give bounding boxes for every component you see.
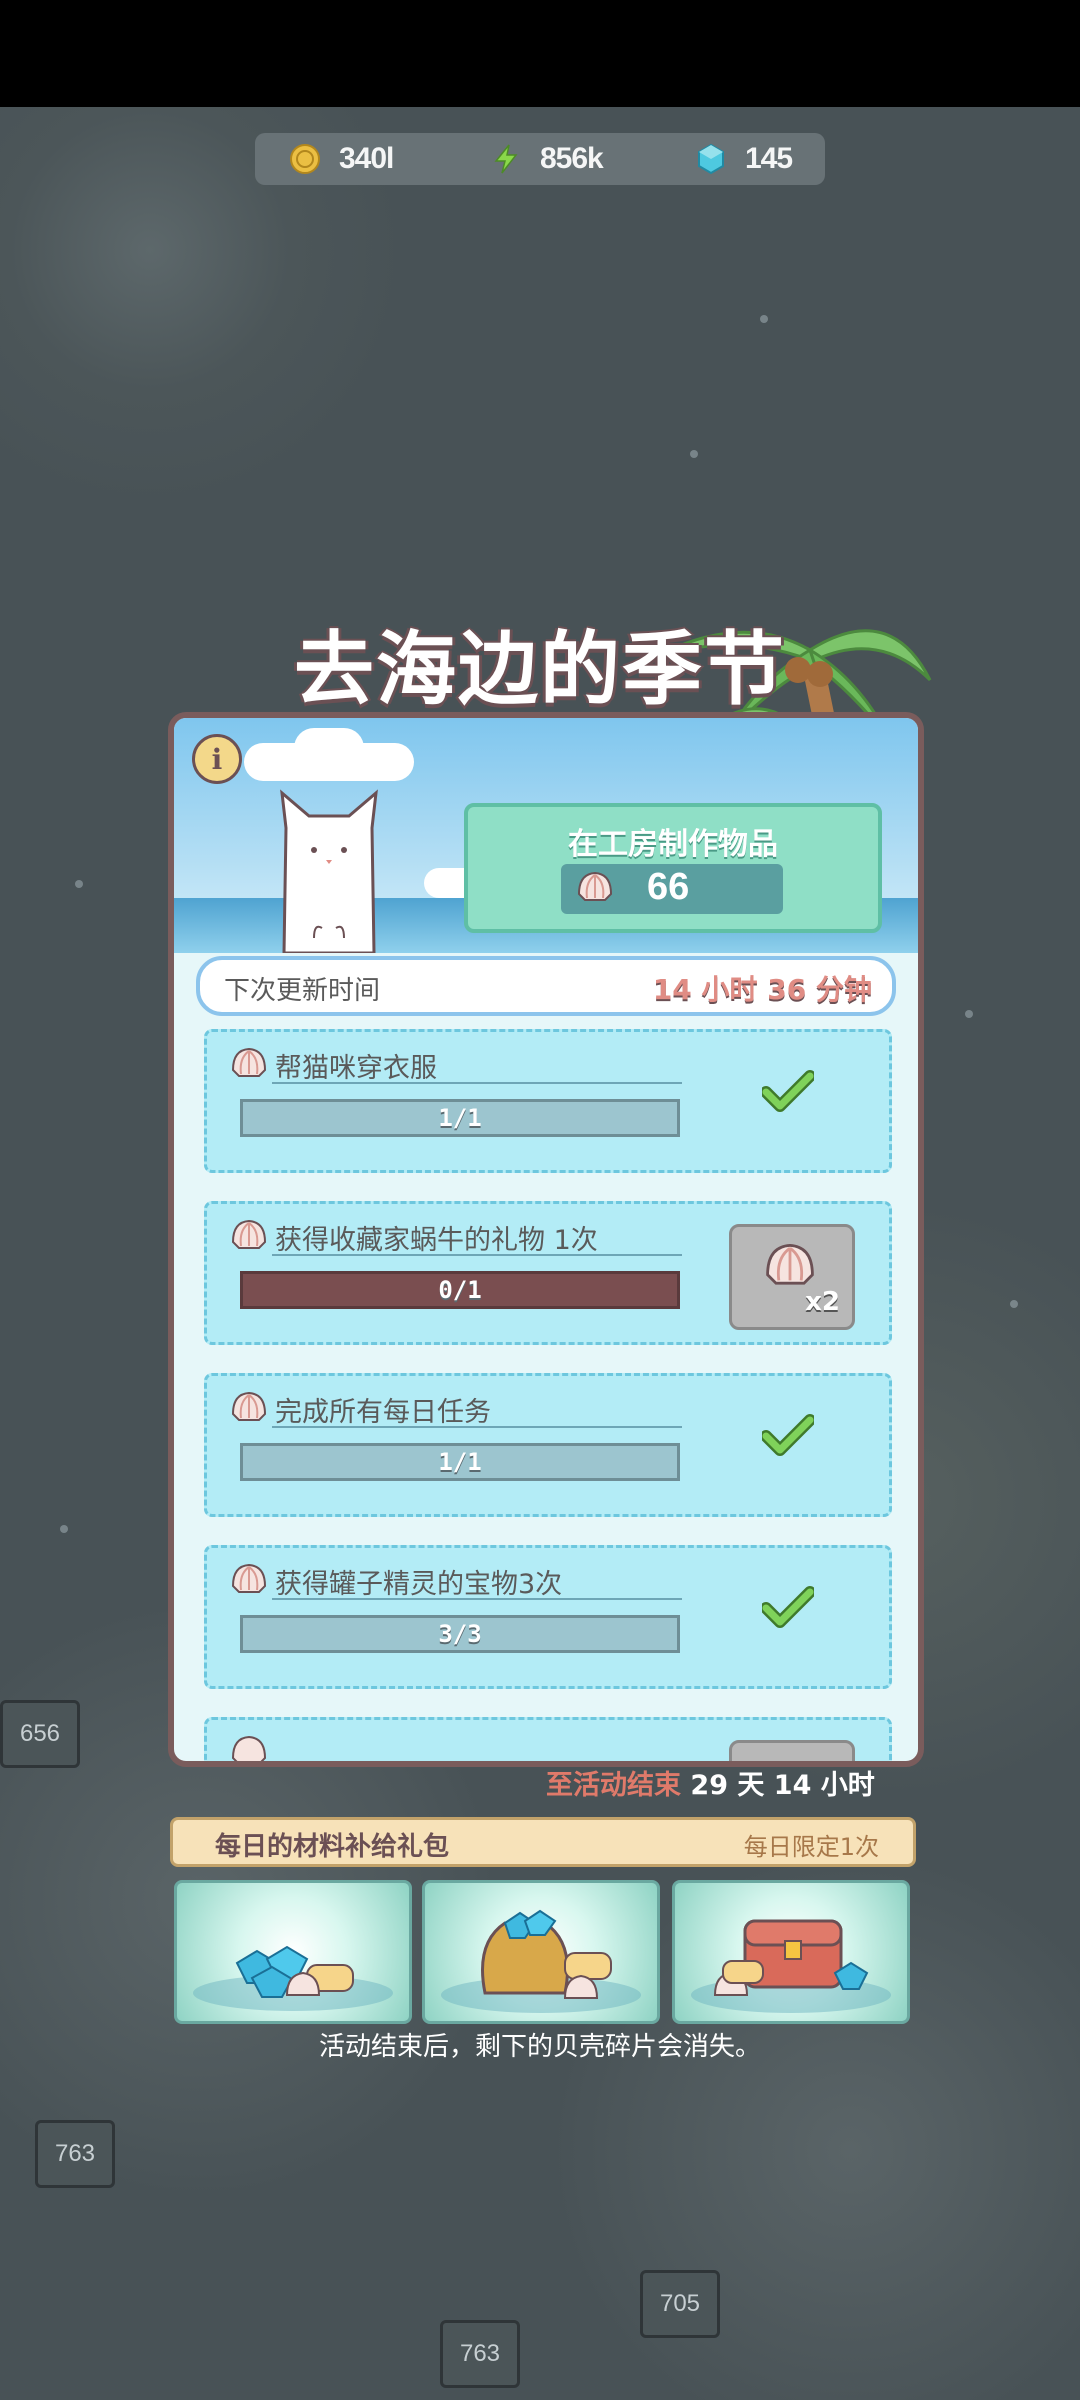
task-item: 完成所有每日任务 1/1 [204, 1373, 892, 1517]
daily-pack-limit: 每日限定1次 [743, 1833, 879, 1861]
task-progress-bar: 3/3 [240, 1615, 680, 1653]
pack-option-medium[interactable] [422, 1880, 660, 2024]
info-icon: i [211, 742, 223, 776]
task-item: 帮猫咪穿衣服 1/1 [204, 1029, 892, 1173]
refresh-label: 下次更新时间 [224, 976, 381, 1006]
event-header-scene: i 在工房制作物品 66 [174, 718, 918, 953]
craft-objective-label: 在工房制作物品 [568, 827, 778, 862]
shell-icon [231, 1563, 267, 1593]
shell-icon [231, 1219, 267, 1249]
lightning-icon [494, 144, 518, 174]
refresh-time: 14 小时 36 分钟 [652, 973, 872, 1006]
gem-icon [698, 143, 724, 175]
daily-pack-header: 每日的材料补给礼包 每日限定1次 [170, 1817, 916, 1867]
sparkle [690, 450, 698, 458]
level-sign-number: 656 [19, 1720, 61, 1747]
shell-count: 66 [647, 866, 690, 908]
shell-icon [231, 1047, 267, 1077]
level-sign: 705 [640, 2270, 720, 2338]
task-name: 获得收藏家蜗牛的礼物 1次 [275, 1225, 598, 1256]
treasure-chest-icon [691, 1919, 891, 2013]
energy-counter[interactable]: 856k [490, 133, 604, 185]
task-progress-text: 3/3 [438, 1620, 482, 1648]
pack-option-small[interactable] [174, 1880, 412, 2024]
divider [272, 1426, 682, 1428]
event-panel: i 在工房制作物品 66 下次更新时间 14 小时 36 分钟 帮猫咪穿衣服 1… [168, 712, 924, 1767]
energy-value: 856k [540, 142, 604, 175]
shell-icon [766, 1243, 814, 1285]
event-end-remaining: 29 天 14 小时 [690, 1770, 875, 1801]
level-sign: 763 [440, 2320, 520, 2388]
coin-icon [290, 144, 320, 174]
divider [272, 1598, 682, 1600]
event-end-countdown: 至活动结束 29 天 14 小时 [546, 1763, 875, 1802]
status-bar-area [0, 0, 1080, 107]
resource-bar: 340l 856k 145 [255, 133, 825, 185]
reward-multiplier: x2 [805, 1287, 840, 1317]
gem-value: 145 [745, 142, 793, 175]
craft-objective-box: 在工房制作物品 66 [464, 803, 882, 933]
shell-count-box: 66 [561, 864, 783, 914]
shell-icon [231, 1735, 267, 1761]
level-sign: 656 [0, 1700, 80, 1768]
white-cat-illustration [280, 789, 378, 953]
task-name: 完成所有每日任务 [275, 1397, 491, 1428]
cloud [294, 728, 364, 768]
checkmark-icon [762, 1414, 814, 1456]
sparkle [760, 315, 768, 323]
gem-counter[interactable]: 145 [695, 133, 793, 185]
task-progress-text: 0/1 [438, 1276, 482, 1304]
level-sign: 763 [35, 2120, 115, 2188]
pack-option-large[interactable] [672, 1880, 910, 2024]
task-item [204, 1717, 892, 1761]
task-item: 获得收藏家蜗牛的礼物 1次 0/1 x2 [204, 1201, 892, 1345]
level-sign-number: 763 [459, 2340, 501, 2367]
info-button[interactable]: i [192, 734, 242, 784]
task-progress-bar: 1/1 [240, 1099, 680, 1137]
gem-bag-icon [441, 1909, 641, 2013]
task-name: 获得罐子精灵的宝物3次 [275, 1569, 563, 1600]
reward-button[interactable]: x2 [729, 1224, 855, 1330]
task-progress-bar: 0/1 [240, 1271, 680, 1309]
sparkle [75, 880, 83, 888]
checkmark-icon [762, 1586, 814, 1628]
divider [272, 1254, 682, 1256]
checkmark-icon [762, 1070, 814, 1112]
task-name: 帮猫咪穿衣服 [275, 1053, 437, 1084]
gem-pile-icon [193, 1945, 393, 2011]
divider [272, 1082, 682, 1084]
shell-icon [577, 871, 613, 901]
shell-icon [231, 1391, 267, 1421]
event-end-label: 至活动结束 [546, 1770, 681, 1801]
coin-counter[interactable]: 340l [289, 133, 394, 185]
sparkle [1010, 1300, 1018, 1308]
event-title: 去海边的季节 [294, 623, 786, 716]
daily-pack-title: 每日的材料补给礼包 [215, 1832, 450, 1862]
level-sign-number: 763 [54, 2140, 96, 2167]
event-footnote: 活动结束后，剩下的贝壳碎片会消失。 [318, 2032, 761, 2062]
task-progress-bar: 1/1 [240, 1443, 680, 1481]
task-progress-text: 1/1 [438, 1104, 482, 1132]
sparkle [60, 1525, 68, 1533]
level-sign-number: 705 [659, 2290, 701, 2317]
refresh-timer-row: 下次更新时间 14 小时 36 分钟 [196, 956, 896, 1016]
sparkle [965, 1010, 973, 1018]
task-progress-text: 1/1 [438, 1448, 482, 1476]
task-item: 获得罐子精灵的宝物3次 3/3 [204, 1545, 892, 1689]
coin-value: 340l [339, 142, 394, 175]
